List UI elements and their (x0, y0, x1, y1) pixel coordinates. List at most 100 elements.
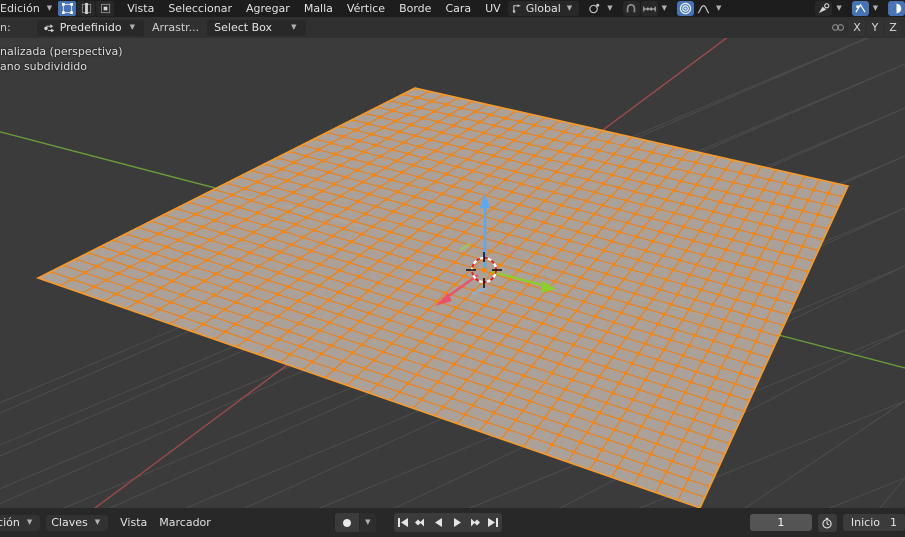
proportional-edit-connected-button[interactable] (829, 19, 847, 36)
subdivided-plane-mesh[interactable] (35, 86, 850, 508)
timeline-marker-menu[interactable]: Marcador (153, 516, 217, 529)
chevron-down-icon[interactable]: ▼ (291, 24, 296, 31)
menu-cara[interactable]: Cara (438, 1, 478, 16)
menu-vista[interactable]: Vista (120, 1, 161, 16)
prev-keyframe-button[interactable] (412, 513, 430, 532)
snapping-group: ▼ (622, 1, 670, 16)
show-gizmo-icon (819, 2, 830, 13)
timeline-keys-label: Claves (51, 516, 88, 529)
proportional-editing-toggle[interactable] (676, 1, 694, 16)
falloff-curve-icon (697, 4, 710, 13)
edge-icon (81, 3, 91, 14)
axis-lock-x-button[interactable]: X (849, 19, 865, 36)
edge-select-mode[interactable] (77, 1, 96, 16)
chevron-down-icon[interactable]: ▼ (95, 519, 100, 526)
tool-settings-prefix: n: (0, 21, 11, 34)
timeline-editor: cción ▼ Claves ▼ Vista Marcador ▼ (0, 508, 905, 537)
current-frame-field[interactable]: 1 (749, 514, 812, 531)
skip-start-icon (397, 518, 408, 527)
pivot-point-icon (589, 3, 600, 14)
proportional-falloff-dropdown[interactable] (695, 1, 712, 16)
menu-borde[interactable]: Borde (392, 1, 438, 16)
chevron-down-icon[interactable]: ▼ (716, 5, 721, 12)
tweak-tool-icon (43, 24, 54, 33)
vertex-select-mode[interactable] (58, 1, 77, 16)
overlays-toggle[interactable] (851, 1, 869, 16)
chevron-down-icon[interactable]: ▼ (27, 519, 32, 526)
menu-malla[interactable]: Malla (297, 1, 340, 16)
snap-increment-icon (642, 6, 656, 11)
axis-lock-z-button[interactable]: Z (885, 19, 901, 36)
menu-vertice[interactable]: Vértice (340, 1, 392, 16)
vertex-icon (61, 3, 73, 14)
frame-controls: 1 Inicio 1 (749, 513, 905, 532)
face-icon (100, 3, 110, 14)
toggle-xray-button[interactable] (888, 1, 905, 16)
mesh-select-mode-group (58, 1, 115, 16)
playback-controls (393, 513, 502, 532)
jump-to-start-button[interactable] (394, 513, 412, 532)
skip-end-icon (487, 518, 498, 527)
overlays-icon (855, 3, 866, 13)
chevron-down-icon[interactable]: ▼ (836, 5, 841, 12)
menu-uv[interactable]: UV (478, 1, 508, 16)
transform-orientation-value: Global (525, 2, 561, 15)
chevron-down-icon[interactable]: ▼ (567, 5, 572, 12)
chevron-down-icon[interactable]: ▼ (47, 5, 52, 12)
snap-to-dropdown[interactable] (640, 1, 658, 16)
chevron-down-icon[interactable]: ▼ (365, 519, 370, 526)
drag-mode-dropdown[interactable]: Select Box ▼ (207, 19, 307, 36)
magnet-icon (626, 3, 636, 12)
auto-keying-group: ▼ (334, 513, 376, 532)
next-keyframe-button[interactable] (466, 513, 484, 532)
keymap-value: Predefinido (59, 21, 122, 34)
show-gizmo-group: ▼ (815, 1, 844, 16)
snap-magnet-button[interactable] (622, 1, 640, 16)
overlays-group: ▼ (851, 1, 881, 16)
show-gizmo-toggle[interactable] (815, 1, 833, 16)
face-select-mode[interactable] (96, 1, 115, 16)
axis-lock-group: X Y Z (829, 18, 901, 37)
tool-settings-bar: n: Predefinido ▼ Arrastr... Select Box ▼ (0, 17, 905, 38)
keymap-dropdown[interactable]: Predefinido ▼ (36, 19, 144, 36)
timeline-keys-menu[interactable]: Claves ▼ (46, 514, 109, 531)
pivot-point-group: ▼ (586, 1, 615, 16)
mode-selector-label[interactable]: Edición (0, 2, 44, 15)
frame-start-value: 1 (890, 516, 897, 529)
proportional-editing-icon (679, 2, 692, 15)
orientation-icon (512, 4, 521, 13)
transform-orientation-dropdown[interactable]: Global ▼ (507, 1, 580, 16)
auto-key-timer-icon (822, 517, 833, 529)
frame-start-label: Inicio (850, 516, 880, 529)
timeline-editor-menu[interactable]: cción ▼ (0, 514, 41, 531)
chevron-down-icon[interactable]: ▼ (130, 24, 135, 31)
prev-keyframe-icon (415, 518, 425, 527)
proportional-editing-group: ▼ (676, 1, 724, 16)
axis-lock-y-button[interactable]: Y (867, 19, 883, 36)
play-icon (453, 518, 461, 527)
auto-keying-options[interactable]: ▼ (359, 513, 376, 532)
viewport-header: Edición ▼ Vista Seleccionar Agregar Mall… (0, 0, 905, 17)
3d-viewport[interactable]: nalizada (perspectiva) ano subdividido (0, 38, 905, 508)
play-reverse-icon (434, 518, 442, 527)
drag-label: Arrastr... (152, 21, 200, 34)
chevron-down-icon[interactable]: ▼ (607, 5, 612, 12)
pivot-point-button[interactable] (586, 1, 603, 16)
timeline-editor-menu-label: cción (0, 516, 20, 529)
record-keyframes-icon (342, 518, 351, 527)
chevron-down-icon[interactable]: ▼ (873, 5, 878, 12)
menu-seleccionar[interactable]: Seleccionar (161, 1, 239, 16)
viewport-canvas (0, 38, 905, 508)
use-preview-range-button[interactable] (817, 513, 837, 532)
header-right-tools: Global ▼ ▼ ▼ ▼ ▼ ▼ (507, 1, 905, 16)
menu-agregar[interactable]: Agregar (239, 1, 297, 16)
timeline-view-menu[interactable]: Vista (114, 516, 153, 529)
drag-mode-value: Select Box (214, 21, 273, 34)
chevron-down-icon[interactable]: ▼ (662, 5, 667, 12)
play-button[interactable] (448, 513, 466, 532)
auto-keying-toggle[interactable] (334, 513, 359, 532)
jump-to-end-button[interactable] (484, 513, 502, 532)
frame-start-field[interactable]: Inicio 1 (842, 514, 905, 531)
blender-window: Edición ▼ Vista Seleccionar Agregar Mall… (0, 0, 905, 537)
play-reverse-button[interactable] (430, 513, 448, 532)
